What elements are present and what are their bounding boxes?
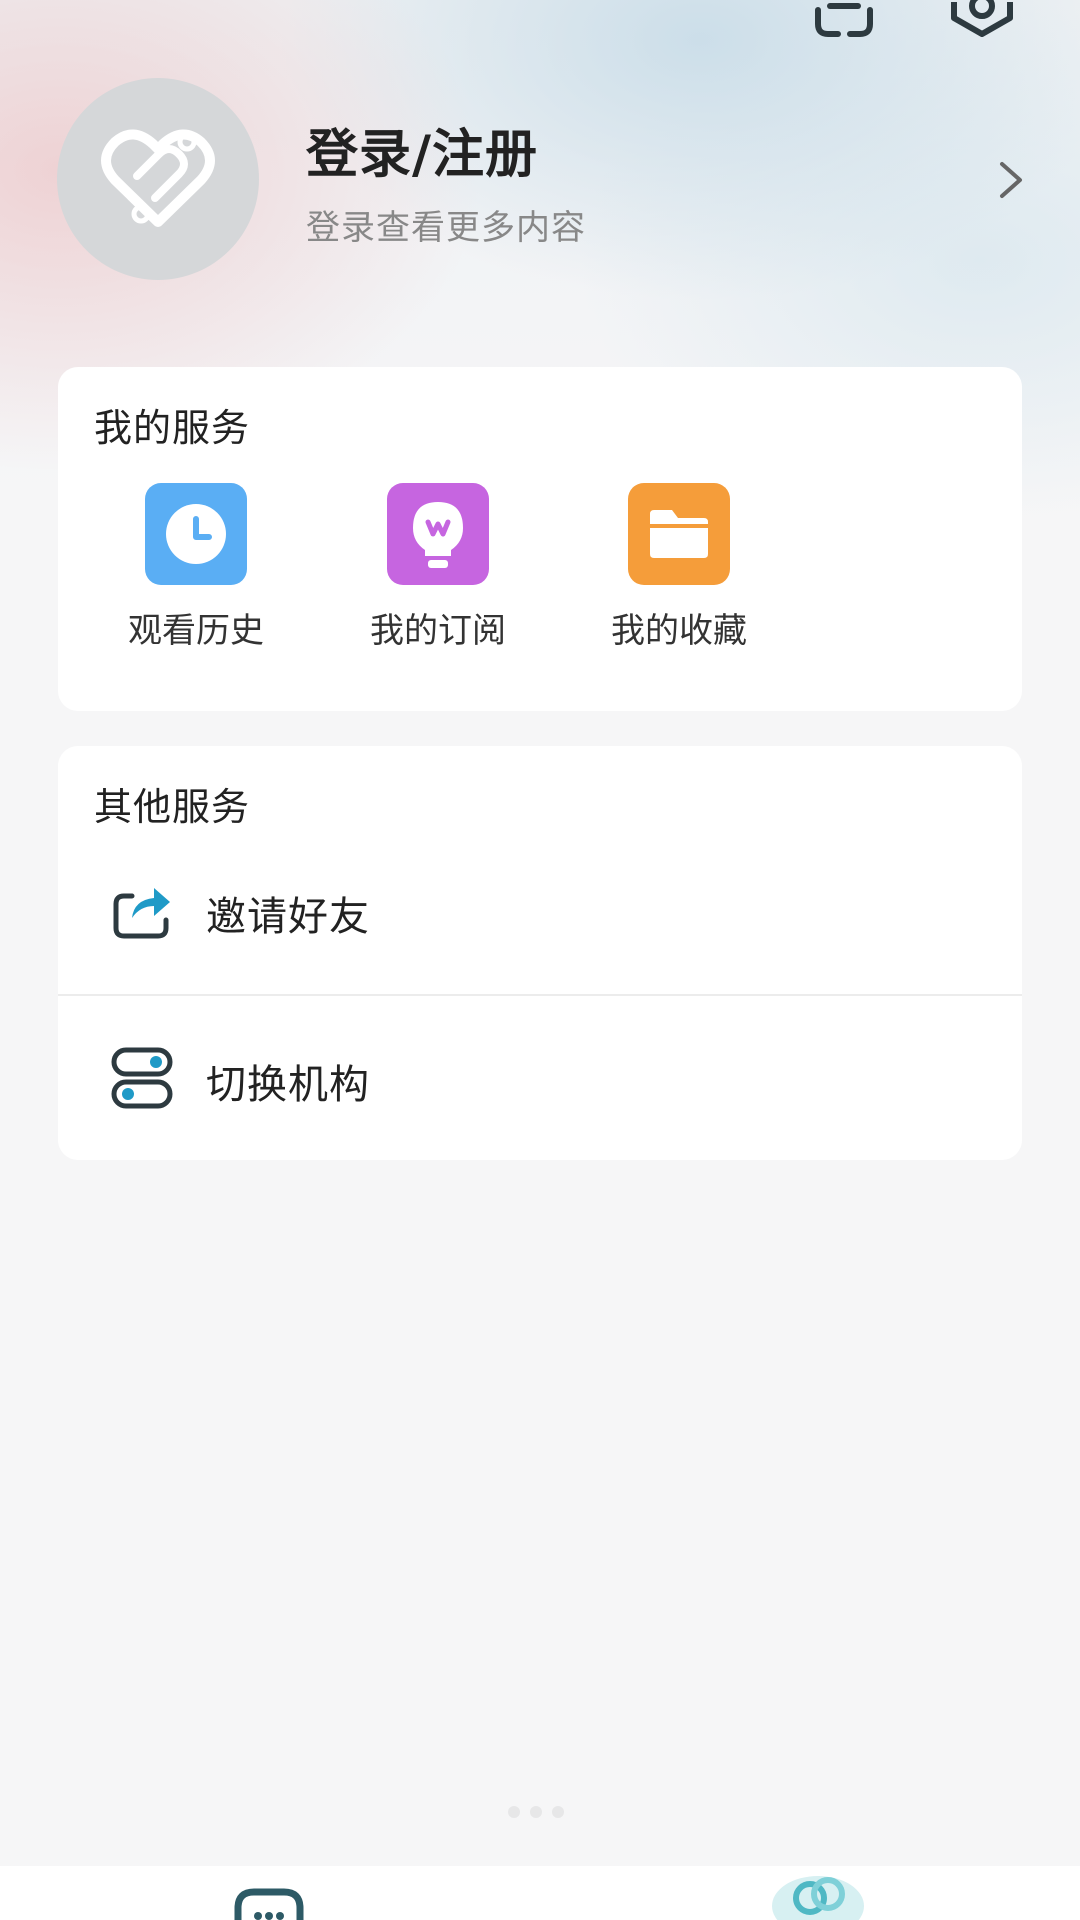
- share-icon: [110, 878, 174, 942]
- service-label: 观看历史: [128, 611, 264, 651]
- login-subtitle: 登录查看更多内容: [306, 208, 586, 248]
- invite-friends-label: 邀请好友: [206, 894, 370, 940]
- page-dot: [530, 1806, 542, 1818]
- app-logo-icon: [101, 129, 215, 227]
- switch-organization-label: 切换机构: [206, 1062, 370, 1108]
- page-dot: [552, 1806, 564, 1818]
- other-services-card: 其他服务 邀请好友 切换机构: [58, 746, 1022, 1160]
- service-my-subscriptions[interactable]: 我的订阅: [348, 483, 528, 663]
- service-label: 我的订阅: [370, 611, 506, 651]
- clock-icon: [145, 483, 247, 585]
- row-divider: [58, 994, 1022, 996]
- chevron-right-icon[interactable]: [996, 158, 1026, 202]
- folder-icon: [628, 483, 730, 585]
- my-services-title: 我的服务: [94, 406, 251, 450]
- my-services-card: 我的服务 观看历史 我的订阅 我的收藏: [58, 367, 1022, 711]
- service-watch-history[interactable]: 观看历史: [106, 483, 286, 663]
- page-dot: [508, 1806, 520, 1818]
- switch-organization-row[interactable]: 切换机构: [58, 1004, 1022, 1154]
- invite-friends-row[interactable]: 邀请好友: [58, 836, 1022, 986]
- profile-tab-icon[interactable]: [768, 1866, 868, 1920]
- bottom-navigation: [0, 1866, 1080, 1920]
- page-indicator: [508, 1806, 564, 1818]
- service-my-favorites[interactable]: 我的收藏: [589, 483, 769, 663]
- lightbulb-icon: [387, 483, 489, 585]
- other-services-title: 其他服务: [94, 785, 251, 829]
- scan-icon[interactable]: [812, 0, 876, 40]
- profile-screen: 登录/注册 登录查看更多内容 我的服务 观看历史 我的订阅 我的收藏 其他服务 …: [0, 0, 1080, 1920]
- login-register-title[interactable]: 登录/注册: [306, 112, 538, 187]
- chat-tab-icon[interactable]: [232, 1886, 306, 1920]
- settings-icon[interactable]: [950, 0, 1014, 40]
- switch-icon: [110, 1046, 174, 1110]
- avatar[interactable]: [57, 78, 259, 280]
- service-label: 我的收藏: [611, 611, 747, 651]
